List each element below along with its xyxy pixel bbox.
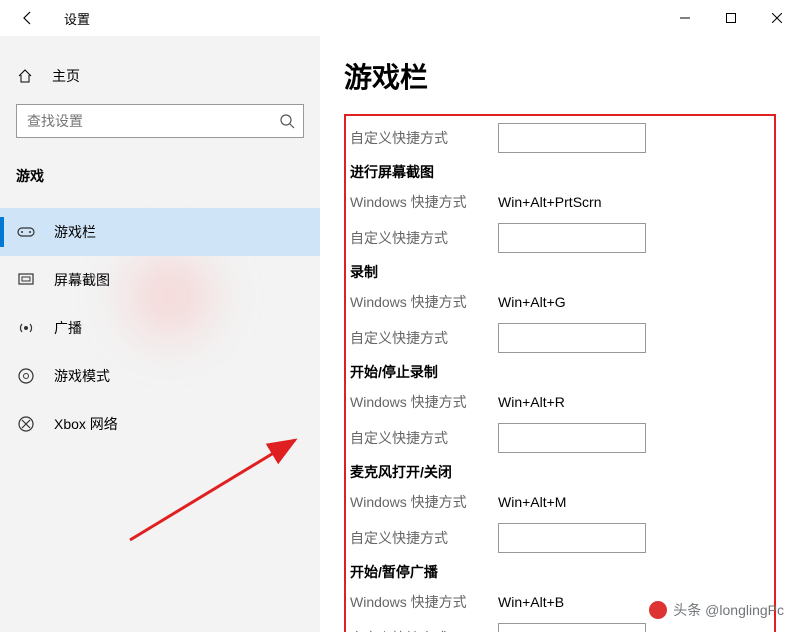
xbox-icon (16, 414, 36, 434)
group-title-broadcast: 开始/暂停广播 (350, 562, 770, 582)
broadcast-icon (16, 318, 36, 338)
gamemode-icon (16, 366, 36, 386)
windows-shortcut-value: Win+Alt+PrtScrn (498, 194, 601, 210)
sidebar-item-gamebar[interactable]: 游戏栏 (0, 208, 320, 256)
search-icon (279, 113, 295, 129)
custom-shortcut-label: 自定义快捷方式 (350, 528, 498, 548)
custom-shortcut-label: 自定义快捷方式 (350, 428, 498, 448)
maximize-button[interactable] (708, 2, 754, 34)
minimize-button[interactable] (662, 2, 708, 34)
back-button[interactable] (16, 6, 40, 30)
highlight-box: 自定义快捷方式 进行屏幕截图 Windows 快捷方式 Win+Alt+PrtS… (344, 114, 776, 632)
sidebar-item-gamemode[interactable]: 游戏模式 (0, 352, 320, 400)
home-label: 主页 (52, 66, 80, 86)
section-title: 游戏 (0, 154, 320, 198)
screenshot-icon (16, 270, 36, 290)
close-button[interactable] (754, 2, 800, 34)
windows-shortcut-label: Windows 快捷方式 (350, 292, 498, 312)
custom-shortcut-input-3[interactable] (498, 423, 646, 453)
custom-shortcut-label: 自定义快捷方式 (350, 328, 498, 348)
windows-shortcut-label: Windows 快捷方式 (350, 492, 498, 512)
search-input[interactable] (27, 113, 279, 129)
group-title-startstop: 开始/停止录制 (350, 362, 770, 382)
sidebar-item-xbox[interactable]: Xbox 网络 (0, 400, 320, 448)
group-title-screenshot: 进行屏幕截图 (350, 162, 770, 182)
sidebar-item-screenshot[interactable]: 屏幕截图 (0, 256, 320, 304)
content-area: 游戏栏 自定义快捷方式 进行屏幕截图 Windows 快捷方式 Win+Alt+… (320, 36, 800, 632)
windows-shortcut-label: Windows 快捷方式 (350, 192, 498, 212)
custom-shortcut-label: 自定义快捷方式 (350, 228, 498, 248)
sidebar-item-label: 广播 (54, 318, 82, 338)
custom-shortcut-input-2[interactable] (498, 323, 646, 353)
group-title-record: 录制 (350, 262, 770, 282)
windows-shortcut-value: Win+Alt+B (498, 594, 564, 610)
custom-shortcut-input-0[interactable] (498, 123, 646, 153)
home-icon (16, 67, 34, 85)
search-box[interactable] (16, 104, 304, 138)
custom-shortcut-label: 自定义快捷方式 (350, 628, 498, 632)
sidebar-item-label: 屏幕截图 (54, 270, 110, 290)
windows-shortcut-value: Win+Alt+R (498, 394, 565, 410)
custom-shortcut-input-4[interactable] (498, 523, 646, 553)
windows-shortcut-label: Windows 快捷方式 (350, 592, 498, 612)
page-title: 游戏栏 (344, 56, 776, 96)
sidebar: 主页 游戏 游戏栏 屏幕截图 (0, 36, 320, 632)
sidebar-item-broadcast[interactable]: 广播 (0, 304, 320, 352)
watermark: 头条 @longlingPc (649, 600, 784, 620)
home-link[interactable]: 主页 (0, 56, 320, 96)
custom-shortcut-label: 自定义快捷方式 (350, 128, 498, 148)
sidebar-item-label: 游戏栏 (54, 222, 96, 242)
custom-shortcut-input-5[interactable] (498, 623, 646, 632)
group-title-mic: 麦克风打开/关闭 (350, 462, 770, 482)
watermark-text: 头条 @longlingPc (673, 600, 784, 620)
window-title: 设置 (64, 9, 90, 28)
gamebar-icon (16, 222, 36, 242)
custom-shortcut-input-1[interactable] (498, 223, 646, 253)
sidebar-item-label: Xbox 网络 (54, 414, 118, 434)
watermark-icon (649, 601, 667, 619)
sidebar-item-label: 游戏模式 (54, 366, 110, 386)
windows-shortcut-label: Windows 快捷方式 (350, 392, 498, 412)
windows-shortcut-value: Win+Alt+M (498, 494, 566, 510)
windows-shortcut-value: Win+Alt+G (498, 294, 566, 310)
